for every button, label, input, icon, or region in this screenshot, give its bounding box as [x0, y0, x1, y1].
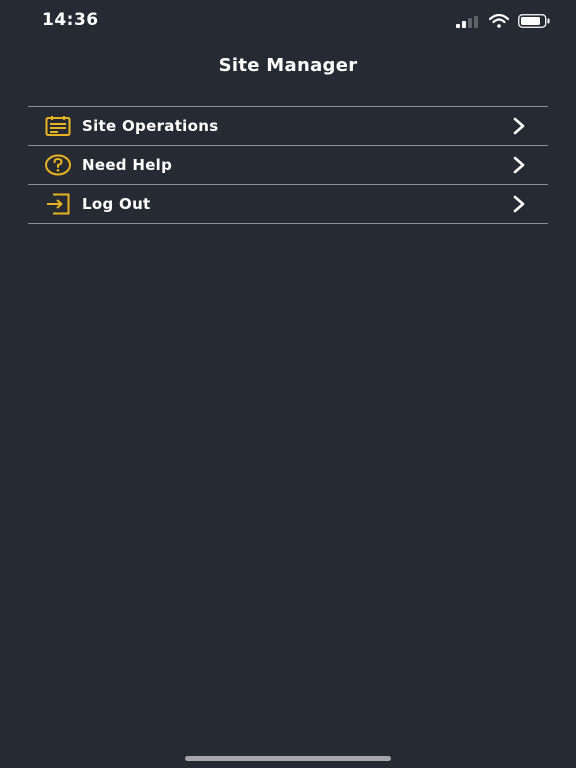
menu-item-log-out[interactable]: Log Out: [28, 185, 548, 224]
menu-item-label: Need Help: [82, 156, 173, 174]
chevron-right-icon: [513, 156, 525, 174]
calendar-icon: [44, 114, 72, 138]
chevron-right-icon: [513, 195, 525, 213]
menu-list: Site Operations Need Help Log Out: [28, 106, 548, 224]
chevron-right-icon: [513, 117, 525, 135]
menu-item-need-help[interactable]: Need Help: [28, 146, 548, 185]
cellular-signal-icon: [456, 13, 480, 32]
menu-item-site-operations[interactable]: Site Operations: [28, 107, 548, 146]
status-bar: 14:36: [0, 0, 576, 40]
status-icons: [456, 13, 550, 32]
page-title: Site Manager: [218, 55, 358, 76]
menu-item-label: Site Operations: [82, 117, 219, 135]
help-circle-icon: [44, 153, 72, 177]
home-indicator[interactable]: [185, 756, 391, 761]
wifi-icon: [488, 13, 510, 32]
logout-icon: [44, 192, 72, 216]
menu-item-label: Log Out: [82, 195, 151, 213]
status-time: 14:36: [42, 10, 99, 30]
battery-icon: [518, 13, 550, 32]
navigation-bar: Site Manager: [0, 48, 576, 84]
